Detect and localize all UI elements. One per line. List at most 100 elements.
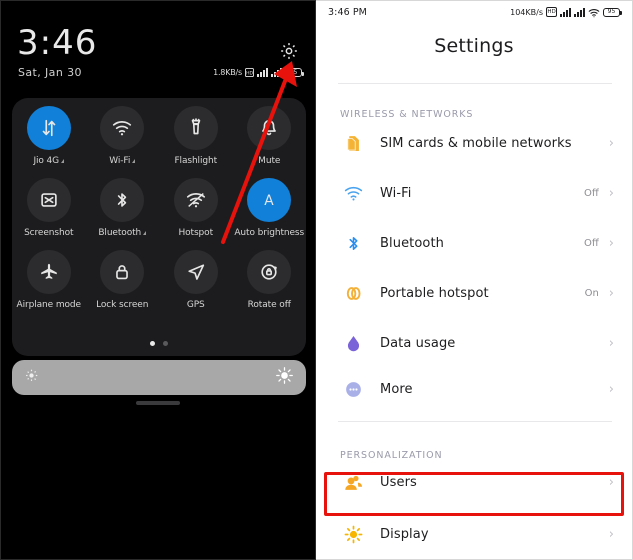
battery-percent-label: 95 (607, 8, 616, 15)
battery-icon: 95 (603, 7, 622, 17)
hotspot-rings-icon (340, 283, 366, 304)
settings-row-label: Display (380, 526, 429, 542)
signal-bars-icon (560, 7, 571, 17)
bluetooth-icon (340, 233, 366, 254)
settings-row-label: More (380, 381, 413, 397)
page-title: Settings (434, 35, 514, 57)
chevron-right-icon: › (608, 135, 614, 151)
chevron-right-icon: › (608, 285, 614, 301)
quick-tile-airplane-mode[interactable]: Airplane mode (12, 250, 86, 310)
bell-icon[interactable] (247, 106, 292, 150)
quick-tile-wi-fi[interactable]: Wi-Fi (86, 106, 160, 166)
battery-icon: 95 (285, 68, 304, 77)
quick-tiles-card: Jio 4G Wi-Fi Flashlight Mute Screenshot Bluet… (12, 98, 306, 356)
divider (338, 421, 612, 422)
settings-row-users[interactable]: Users › (316, 458, 632, 506)
users-icon (340, 472, 366, 493)
settings-row-sim-cards-mobile-networks[interactable]: SIM cards & mobile networks › (316, 119, 632, 167)
right-status-icons: 104KB/s HD 95 (510, 3, 622, 22)
quick-tile-label: Auto brightness (234, 228, 305, 238)
brightness-high-icon (275, 366, 294, 389)
quick-tile-label: Wi-Fi (109, 156, 136, 166)
chevron-right-icon: › (608, 474, 614, 490)
status-time: 3:46 PM (328, 6, 367, 18)
quick-tile-lock-screen[interactable]: Lock screen (86, 250, 160, 310)
sim-card-icon (340, 133, 366, 154)
display-sun-icon (340, 524, 366, 545)
quick-tile-auto-brightness[interactable]: A Auto brightness (233, 178, 307, 238)
divider (338, 83, 612, 84)
signal-bars-icon (574, 7, 585, 17)
svg-text:HD: HD (246, 70, 253, 76)
left-status-icons: 1.8KB/s HD 95 (213, 68, 304, 77)
gear-icon[interactable] (279, 41, 299, 61)
settings-row-label: Bluetooth (380, 235, 445, 251)
settings-row-more[interactable]: More › (316, 365, 632, 413)
settings-row-label: SIM cards & mobile networks (380, 135, 572, 151)
quick-settings-panel: 3:46 Sat, Jan 30 1.8KB/s HD 95 Jio 4G Wi… (0, 0, 316, 560)
settings-row-label: Data usage (380, 335, 456, 351)
quick-tile-flashlight[interactable]: Flashlight (159, 106, 233, 166)
quick-tile-label: Screenshot (24, 228, 74, 238)
settings-row-portable-hotspot[interactable]: Portable hotspot On › (316, 269, 632, 317)
chevron-right-icon: › (608, 185, 614, 201)
drag-handle[interactable] (136, 401, 180, 405)
brightness-low-icon (24, 368, 39, 387)
wifi-icon (340, 183, 366, 204)
chevron-right-icon: › (608, 381, 614, 397)
quick-tile-label: Hotspot (178, 228, 214, 238)
signal-bars-icon (271, 68, 282, 77)
settings-row-label: Wi-Fi (380, 185, 412, 201)
more-dots-icon (340, 379, 366, 400)
quick-tile-label: Lock screen (96, 300, 149, 310)
brightness-slider[interactable] (12, 360, 306, 395)
page-dot[interactable] (163, 341, 168, 346)
hd-icon: HD (546, 7, 557, 17)
chevron-right-icon: › (608, 526, 614, 542)
quick-tile-mute[interactable]: Mute (233, 106, 307, 166)
settings-row-value: Off (584, 187, 599, 199)
settings-row-wi-fi[interactable]: Wi-Fi Off › (316, 169, 632, 217)
mobile-data-icon[interactable] (26, 106, 71, 150)
network-speed-label: 104KB/s (510, 7, 543, 17)
quick-tile-rotate-off[interactable]: Rotate off (233, 250, 307, 310)
hotspot-icon[interactable] (173, 178, 218, 222)
quick-tile-label: GPS (186, 300, 205, 310)
lock-icon[interactable] (100, 250, 145, 294)
flashlight-icon[interactable] (173, 106, 218, 150)
chevron-right-icon: › (608, 335, 614, 351)
svg-text:A: A (265, 193, 275, 209)
chevron-down-icon (132, 159, 136, 163)
auto-brightness-icon[interactable]: A (247, 178, 292, 222)
quick-tile-label: Flashlight (174, 156, 218, 166)
airplane-icon[interactable] (26, 250, 71, 294)
quick-tile-gps[interactable]: GPS (159, 250, 233, 310)
hd-icon: HD (245, 68, 254, 77)
settings-row-display[interactable]: Display › (316, 510, 632, 558)
quick-tile-bluetooth[interactable]: Bluetooth (86, 178, 160, 238)
screenshot-icon[interactable] (26, 178, 71, 222)
wifi-icon (588, 3, 600, 22)
lockscreen-clock: 3:46 (17, 23, 98, 63)
quick-tile-label: Mute (258, 156, 281, 166)
right-status-bar: 3:46 PM 104KB/s HD 95 (316, 1, 632, 23)
settings-row-data-usage[interactable]: Data usage › (316, 319, 632, 367)
settings-row-label: Users (380, 474, 417, 490)
screenshot-root: 3:46 Sat, Jan 30 1.8KB/s HD 95 Jio 4G Wi… (0, 0, 633, 560)
battery-percent-label: 95 (289, 68, 298, 76)
bluetooth-icon[interactable] (100, 178, 145, 222)
settings-row-value: On (584, 287, 599, 299)
quick-tile-screenshot[interactable]: Screenshot (12, 178, 86, 238)
settings-row-bluetooth[interactable]: Bluetooth Off › (316, 219, 632, 267)
lockscreen-date: Sat, Jan 30 (18, 66, 82, 79)
quick-tiles-grid: Jio 4G Wi-Fi Flashlight Mute Screenshot Bluet… (12, 106, 306, 310)
page-indicator-dots[interactable] (12, 341, 306, 346)
page-dot-active[interactable] (150, 341, 155, 346)
location-arrow-icon[interactable] (173, 250, 218, 294)
quick-tile-hotspot[interactable]: Hotspot (159, 178, 233, 238)
quick-tile-jio-4g[interactable]: Jio 4G (12, 106, 86, 166)
quick-tile-label: Jio 4G (33, 156, 65, 166)
chevron-right-icon: › (608, 235, 614, 251)
rotate-lock-icon[interactable] (247, 250, 292, 294)
wifi-icon[interactable] (100, 106, 145, 150)
